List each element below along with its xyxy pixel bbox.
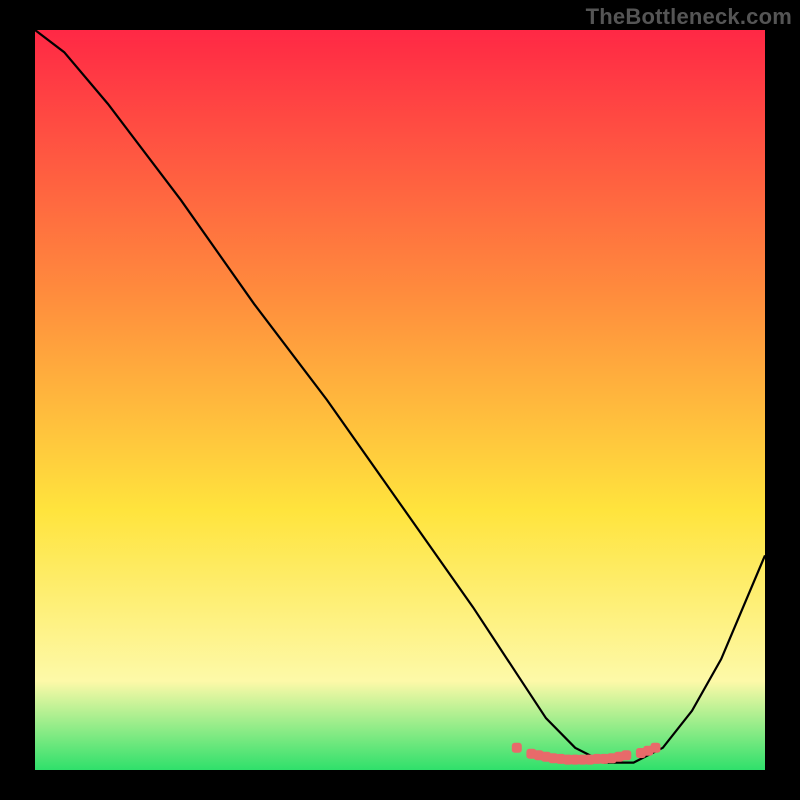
marker-dot [651, 743, 661, 753]
marker-dot [621, 750, 631, 760]
plot-background [35, 30, 765, 770]
watermark-text: TheBottleneck.com [586, 4, 792, 30]
bottleneck-chart [35, 30, 765, 770]
chart-wrap: TheBottleneck.com [0, 0, 800, 800]
marker-dot [512, 743, 522, 753]
